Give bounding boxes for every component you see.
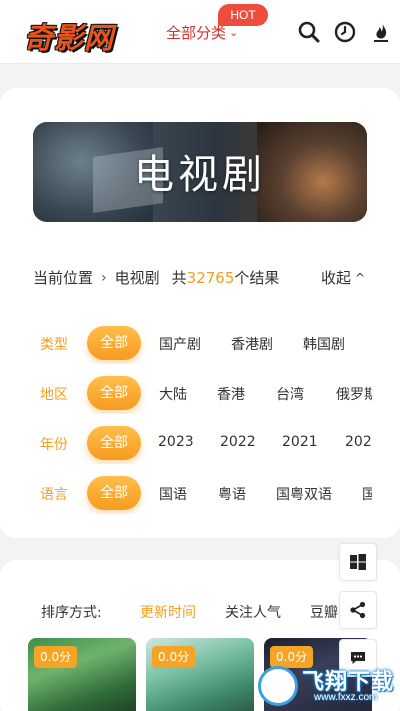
filter-label: 类型 [40,337,68,353]
banner-title: 电视剧 [134,153,266,197]
filter-option[interactable]: 国语 [159,484,187,504]
watermark-logo-icon [258,666,298,706]
filter-row-region: 地区 全部 大陆 香港 台湾 俄罗斯 [0,374,372,414]
score-badge: 0.0分 [152,646,196,668]
poster-card[interactable]: 0.0分 [28,638,136,711]
chevron-right-icon: › [101,269,107,286]
watermark: 飞翔下载 www.fxxz.com [256,656,400,711]
collapse-filters-button[interactable]: 收起 ^ [321,267,365,288]
filter-option-selected[interactable]: 全部 [87,326,141,360]
sort-option[interactable]: 关注人气 [225,602,281,622]
filter-row-language: 语言 全部 国语 粤语 国粤双语 国 [0,474,372,514]
breadcrumb-prefix: 当前位置 [33,269,94,287]
breadcrumb-current[interactable]: 电视剧 [115,267,160,288]
history-clock-icon[interactable] [333,20,357,44]
poster-card[interactable]: 0.0分 [146,638,254,711]
filter-option[interactable]: 香港 [217,384,245,404]
filter-option[interactable]: 粤语 [218,484,246,504]
windows-icon[interactable] [339,543,377,581]
chevron-down-icon: ⌄ [229,26,239,39]
filter-option[interactable]: 国 [362,484,372,504]
filter-option[interactable]: 国粤双语 [276,484,332,504]
logo-text: 奇影网 [23,21,114,55]
collapse-label: 收起 [321,269,352,287]
filter-row-type: 类型 全部 国产剧 香港剧 韩国剧 [0,324,372,364]
filter-label: 地区 [40,387,68,403]
filter-label: 语言 [40,487,68,503]
top-header: 奇影网 全部分类 ⌄ HOT [0,0,400,64]
filter-option[interactable]: 大陆 [159,384,187,404]
filter-option[interactable]: 俄罗斯 [336,384,372,404]
site-logo[interactable]: 奇影网 [16,12,122,56]
sort-option[interactable]: 豆瓣 [310,602,338,622]
result-count-suffix: 个结果 [234,269,280,287]
category-banner: 电视剧 [33,122,367,222]
score-badge: 0.0分 [34,646,78,668]
flame-icon[interactable] [369,20,393,44]
search-icon[interactable] [297,20,321,44]
sort-option-active[interactable]: 更新时间 [140,602,196,622]
sort-bar: 排序方式: 更新时间 关注人气 豆瓣 [0,560,338,640]
filter-card: 电视剧 当前位置 › 电视剧 共 32765 个结果 收起 ^ 类型 全部 国产… [0,88,400,538]
filter-label: 年份 [40,437,68,453]
filter-option[interactable]: 韩国剧 [303,334,345,354]
filter-option[interactable]: 2021 [282,434,318,450]
filter-option-selected[interactable]: 全部 [87,376,141,410]
filter-option-selected[interactable]: 全部 [87,476,141,510]
filter-option[interactable]: 2023 [158,434,194,450]
filter-option[interactable]: 2020 [345,434,372,450]
filter-option-selected[interactable]: 全部 [87,426,141,460]
filter-option[interactable]: 台湾 [276,384,304,404]
all-categories-label: 全部分类 [166,24,227,42]
hot-badge: HOT [218,4,268,26]
chevron-up-icon: ^ [355,270,366,285]
watermark-url: www.fxxz.com [314,692,378,703]
filter-option[interactable]: 2022 [220,434,256,450]
share-icon[interactable] [339,591,377,629]
breadcrumb: 当前位置 › 电视剧 共 32765 个结果 [33,267,279,288]
result-count-prefix: 共 [171,269,187,287]
result-count: 32765 [186,268,235,287]
filter-option[interactable]: 国产剧 [159,334,201,354]
filter-row-year: 年份 全部 2023 2022 2021 2020 [0,424,372,464]
filter-option[interactable]: 香港剧 [231,334,273,354]
sort-label: 排序方式: [41,605,102,621]
